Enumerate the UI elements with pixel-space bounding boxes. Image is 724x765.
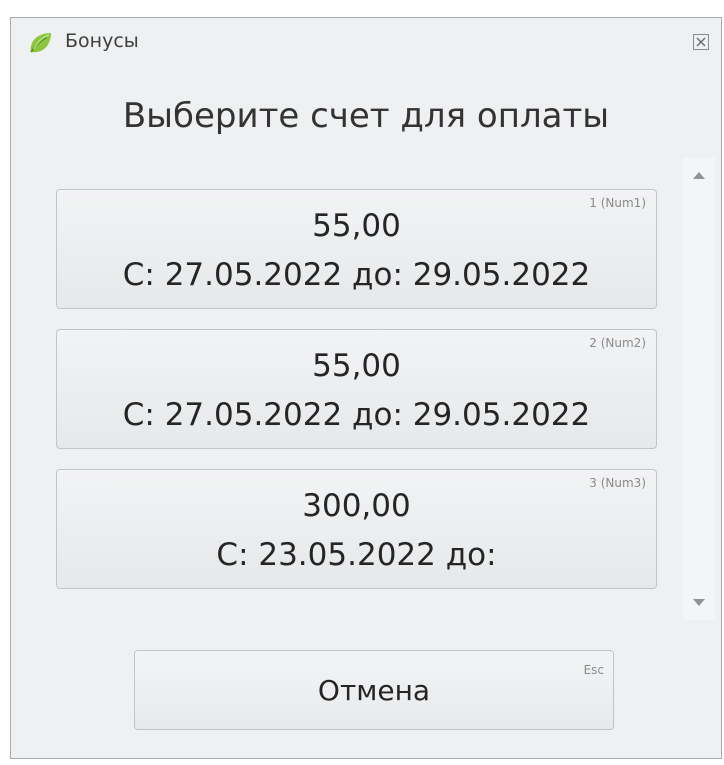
cancel-button[interactable]: Esc Отмена bbox=[134, 650, 614, 730]
triangle-down-icon[interactable] bbox=[692, 598, 706, 608]
vertical-scrollbar[interactable] bbox=[683, 158, 715, 620]
bonus-dialog: Бонусы Выберите счет для оплаты 1 (Num1)… bbox=[10, 17, 722, 759]
window-title: Бонусы bbox=[65, 30, 139, 52]
triangle-up-icon[interactable] bbox=[692, 170, 706, 180]
cancel-label: Отмена bbox=[317, 674, 431, 707]
account-period: С: 27.05.2022 до: 29.05.2022 bbox=[122, 397, 591, 433]
leaf-icon bbox=[30, 33, 51, 53]
account-button-2[interactable]: 2 (Num2) 55,00 С: 27.05.2022 до: 29.05.2… bbox=[56, 329, 657, 449]
account-period: С: 27.05.2022 до: 29.05.2022 bbox=[122, 257, 591, 293]
close-icon[interactable] bbox=[691, 32, 711, 52]
account-button-1[interactable]: 1 (Num1) 55,00 С: 27.05.2022 до: 29.05.2… bbox=[56, 189, 657, 309]
title-bar: Бонусы bbox=[11, 18, 721, 70]
account-amount: 55,00 bbox=[312, 348, 401, 384]
account-amount: 55,00 bbox=[312, 208, 401, 244]
account-amount: 300,00 bbox=[302, 488, 411, 524]
account-period: С: 23.05.2022 до: bbox=[216, 537, 497, 573]
account-button-3[interactable]: 3 (Num3) 300,00 С: 23.05.2022 до: bbox=[56, 469, 657, 589]
dialog-heading: Выберите счет для оплаты bbox=[122, 96, 610, 136]
